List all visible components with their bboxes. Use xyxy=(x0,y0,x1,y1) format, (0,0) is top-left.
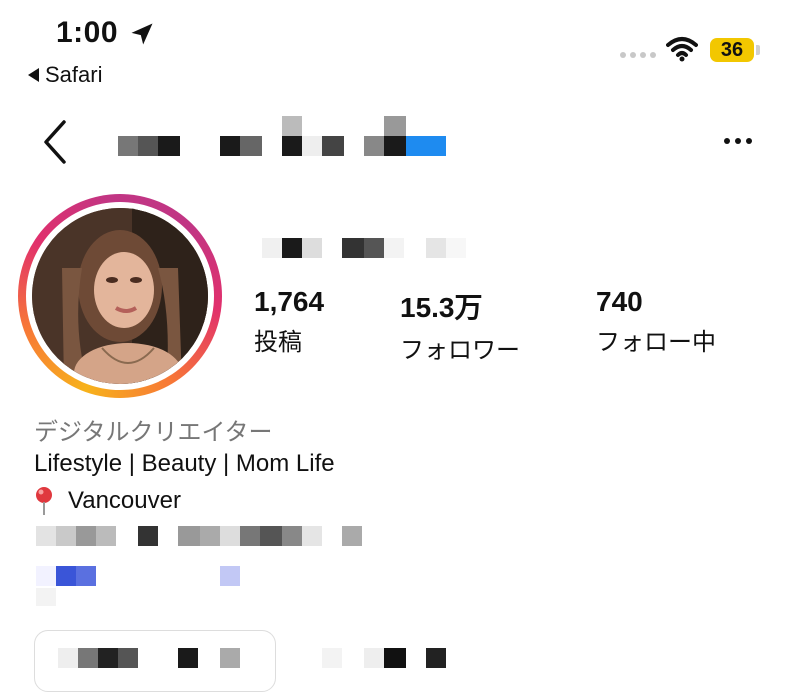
cellular-signal-icon xyxy=(620,52,656,58)
stat-following-value: 740 xyxy=(596,286,643,317)
bio-category: デジタルクリエイター xyxy=(34,419,273,446)
stat-followers[interactable]: 15.3万 フォロワー xyxy=(400,286,520,365)
back-triangle-icon xyxy=(28,68,39,82)
battery-indicator: 36 xyxy=(710,38,754,62)
wifi-icon xyxy=(666,37,698,62)
pin-icon xyxy=(36,487,52,515)
stat-posts-value: 1,764 xyxy=(254,286,325,317)
stat-following[interactable]: 740 フォロー中 xyxy=(596,286,716,357)
more-options-icon[interactable] xyxy=(724,138,752,144)
bio-tagline: Lifestyle | Beauty | Mom Life xyxy=(34,450,335,477)
bio-location-text: Vancouver xyxy=(68,487,181,514)
stat-posts[interactable]: 1,764 投稿 xyxy=(254,286,324,357)
battery-cap xyxy=(756,45,760,55)
stat-posts-label: 投稿 xyxy=(254,329,302,356)
back-app-label: Safari xyxy=(45,62,103,87)
status-time: 1:00 xyxy=(56,16,119,49)
location-arrow-icon xyxy=(131,23,153,45)
stat-followers-label: フォロワー xyxy=(400,337,520,364)
avatar[interactable] xyxy=(32,208,208,384)
back-to-app-link[interactable]: Safari xyxy=(28,62,102,88)
stat-followers-value: 15.3万 xyxy=(400,292,483,323)
bio-location: Vancouver xyxy=(34,486,181,516)
stat-following-label: フォロー中 xyxy=(596,329,716,356)
chevron-left-icon[interactable] xyxy=(40,118,70,166)
